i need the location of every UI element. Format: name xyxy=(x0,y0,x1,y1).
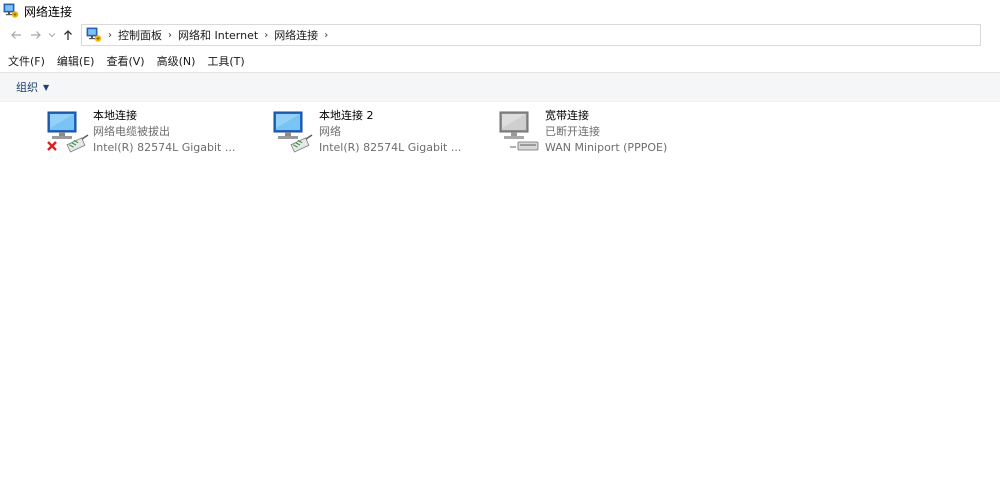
breadcrumb-network-internet[interactable]: 网络和 Internet xyxy=(178,27,258,43)
menu-bar: 文件(F) 编辑(E) 查看(V) 高级(N) 工具(T) xyxy=(0,51,1000,71)
connection-device: Intel(R) 82574L Gigabit ... xyxy=(93,141,236,154)
connection-item-local-2[interactable]: 本地连接 2 网络 Intel(R) 82574L Gigabit ... xyxy=(272,107,482,157)
arrow-right-icon xyxy=(31,31,41,39)
window-title: 网络连接 xyxy=(24,4,73,19)
menu-advanced[interactable]: 高级(N) xyxy=(153,53,200,69)
connection-status: 已断开连接 xyxy=(545,125,600,138)
connections-list: 本地连接 网络电缆被拔出 Intel(R) 82574L Gigabit ...… xyxy=(0,101,1000,486)
chevron-down-icon xyxy=(48,33,56,38)
connection-device: WAN Miniport (PPPOE) xyxy=(545,141,668,154)
menu-edit[interactable]: 编辑(E) xyxy=(53,53,99,69)
connection-name: 宽带连接 xyxy=(545,109,589,122)
back-button[interactable] xyxy=(6,25,26,45)
breadcrumb-separator-icon[interactable]: › xyxy=(108,30,112,41)
arrow-left-icon xyxy=(11,31,21,39)
command-bar: 组织 ▼ xyxy=(0,72,1000,102)
organize-label: 组织 xyxy=(16,81,38,94)
connection-status: 网络电缆被拔出 xyxy=(93,125,170,138)
navigation-bar: › 控制面板 › 网络和 Internet › 网络连接 › xyxy=(0,23,1000,47)
organize-button[interactable]: 组织 ▼ xyxy=(16,79,49,95)
menu-tools[interactable]: 工具(T) xyxy=(203,53,248,69)
connection-item-broadband[interactable]: 宽带连接 已断开连接 WAN Miniport (PPPOE) xyxy=(498,107,708,157)
address-bar[interactable]: › 控制面板 › 网络和 Internet › 网络连接 › xyxy=(81,24,981,46)
breadcrumb-separator-icon[interactable]: › xyxy=(168,30,172,41)
ethernet-disconnected-icon xyxy=(47,111,89,153)
title-bar: 网络连接 xyxy=(0,0,1000,22)
connection-status: 网络 xyxy=(319,125,341,138)
breadcrumb-control-panel[interactable]: 控制面板 xyxy=(118,27,162,43)
up-button[interactable] xyxy=(58,25,78,45)
menu-file[interactable]: 文件(F) xyxy=(4,53,49,69)
control-panel-icon xyxy=(86,27,102,42)
broadband-disconnected-icon xyxy=(499,111,539,151)
connection-name: 本地连接 2 xyxy=(319,109,374,122)
breadcrumb-separator-icon[interactable]: › xyxy=(264,30,268,41)
connection-name: 本地连接 xyxy=(93,109,137,122)
connection-item-local[interactable]: 本地连接 网络电缆被拔出 Intel(R) 82574L Gigabit ... xyxy=(46,107,256,157)
network-connections-icon xyxy=(3,3,19,18)
ethernet-icon xyxy=(273,111,313,153)
breadcrumb-network-connections[interactable]: 网络连接 xyxy=(274,27,318,43)
menu-view[interactable]: 查看(V) xyxy=(102,53,148,69)
connection-device: Intel(R) 82574L Gigabit ... xyxy=(319,141,462,154)
arrow-up-icon xyxy=(64,30,72,40)
forward-button[interactable] xyxy=(26,25,46,45)
recent-locations-button[interactable] xyxy=(46,25,58,45)
breadcrumb-separator-icon[interactable]: › xyxy=(324,30,328,41)
caret-down-icon: ▼ xyxy=(43,82,50,92)
